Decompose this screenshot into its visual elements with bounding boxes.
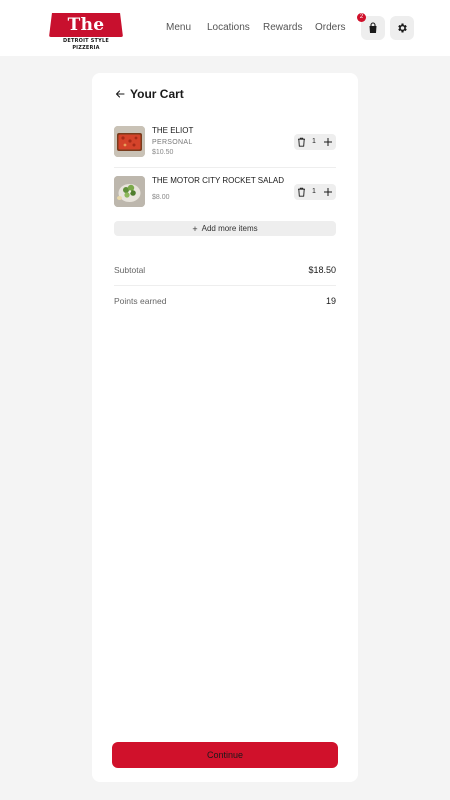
item-price: $10.50 bbox=[152, 149, 174, 156]
quantity-stepper: 1 bbox=[294, 184, 336, 200]
subtotal-value: $18.50 bbox=[308, 265, 336, 275]
plus-icon: + bbox=[192, 223, 198, 234]
salad-image bbox=[114, 176, 145, 207]
the-ria-logo[interactable]: The Ria DETROIT STYLE PIZZERIA bbox=[49, 13, 123, 57]
pizza-image bbox=[114, 126, 145, 157]
cart-item: THE MOTOR CITY ROCKET SALAD $8.00 1 bbox=[114, 176, 336, 208]
trash-icon[interactable] bbox=[297, 137, 306, 147]
add-more-items-button[interactable]: + Add more items bbox=[114, 221, 336, 236]
item-name: THE MOTOR CITY ROCKET SALAD bbox=[152, 176, 285, 185]
cart-button[interactable]: 2 bbox=[357, 13, 385, 40]
salad-thumbnail bbox=[114, 176, 145, 207]
shopping-bag-icon bbox=[369, 22, 377, 33]
quantity-stepper: 1 bbox=[294, 134, 336, 150]
points-earned-value: 19 bbox=[325, 296, 336, 306]
add-more-items-label: Add more items bbox=[201, 223, 258, 233]
subtotal-label: Subtotal bbox=[114, 265, 146, 275]
trash-icon[interactable] bbox=[297, 187, 306, 197]
nav-menu-link[interactable]: Menu bbox=[166, 20, 191, 36]
item-name: THE ELIOT bbox=[152, 126, 194, 135]
item-quantity: 1 bbox=[312, 188, 316, 195]
plus-icon[interactable] bbox=[323, 137, 333, 147]
gear-icon bbox=[398, 23, 407, 33]
arrow-left-icon[interactable] bbox=[114, 88, 126, 100]
cart-count-badge: 2 bbox=[357, 13, 366, 22]
nav-orders-link[interactable]: Orders bbox=[315, 20, 346, 36]
continue-button[interactable]: Continue bbox=[112, 742, 338, 768]
cart-title: Your Cart bbox=[130, 87, 184, 101]
plus-icon[interactable] bbox=[323, 187, 333, 197]
logo-subtext: DETROIT STYLE PIZZERIA bbox=[63, 38, 109, 51]
pizza-thumbnail bbox=[114, 126, 145, 157]
nav-rewards-link[interactable]: Rewards bbox=[263, 20, 302, 36]
item-price: $8.00 bbox=[152, 194, 170, 201]
nav-locations-link[interactable]: Locations bbox=[207, 20, 250, 36]
cart-item: THE ELIOT PERSONAL $10.50 1 bbox=[114, 126, 336, 168]
points-earned-label: Points earned bbox=[114, 296, 167, 306]
top-navigation-bar: The Ria DETROIT STYLE PIZZERIA Menu Loca… bbox=[0, 0, 450, 57]
divider bbox=[114, 285, 336, 286]
item-quantity: 1 bbox=[312, 138, 316, 145]
settings-button[interactable] bbox=[390, 16, 414, 40]
item-variant: PERSONAL bbox=[152, 139, 193, 146]
